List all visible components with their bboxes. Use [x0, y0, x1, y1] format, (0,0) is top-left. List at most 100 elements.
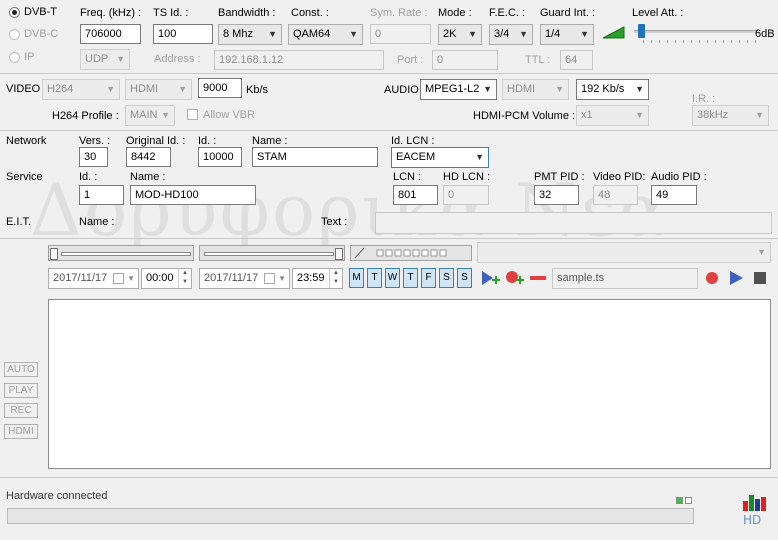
start-date-picker[interactable]: 2017/11/17 ▼: [48, 268, 139, 289]
day-button-thursday[interactable]: T: [403, 268, 418, 288]
slider-track: [61, 252, 191, 256]
chevron-down-icon: ▼: [106, 84, 115, 94]
id-lcn-label: Id. LCN :: [391, 135, 435, 147]
day-button-tuesday[interactable]: T: [367, 268, 382, 288]
const-select[interactable]: QAM64 ▼: [288, 24, 363, 45]
video-codec-select[interactable]: H264 ▼: [42, 79, 120, 100]
network-vers-input[interactable]: 30: [79, 147, 108, 167]
eit-name-label: Name :: [79, 216, 115, 228]
play-button[interactable]: PLAY: [4, 383, 38, 398]
audio-input-select[interactable]: HDMI ▼: [502, 79, 569, 100]
service-name-input[interactable]: MOD-HD100: [130, 185, 256, 205]
address-label: Address :: [154, 53, 201, 65]
port-input[interactable]: 0: [432, 50, 498, 70]
date-checkbox-icon[interactable]: [113, 273, 124, 284]
remove-icon[interactable]: [527, 268, 549, 288]
bandwidth-value: 8 Mhz: [223, 28, 253, 40]
network-name-input[interactable]: STAM: [252, 147, 378, 167]
audio-codec-select[interactable]: MPEG1-L2 ▼: [420, 79, 497, 100]
ttl-label: TTL :: [525, 54, 551, 66]
add-play-icon[interactable]: [479, 268, 501, 288]
slider-thumb[interactable]: [335, 248, 343, 260]
fec-label: F.E.C. :: [489, 7, 526, 19]
audio-pid-input[interactable]: 49: [651, 185, 697, 205]
hdmi-button[interactable]: HDMI: [4, 424, 38, 439]
slider-track: [204, 252, 334, 256]
address-input[interactable]: 192.168.1.12: [214, 50, 384, 70]
day-button-wednesday[interactable]: W: [385, 268, 400, 288]
id-lcn-select[interactable]: EACEM ▼: [391, 147, 489, 168]
filename-input[interactable]: sample.ts: [552, 268, 698, 289]
guard-select[interactable]: 1/4 ▼: [540, 24, 594, 45]
level-slider-track[interactable]: [634, 30, 758, 33]
freq-input[interactable]: 706000: [80, 24, 141, 44]
day-button-sunday[interactable]: S: [457, 268, 472, 288]
freq-label: Freq. (kHz) :: [80, 7, 142, 19]
video-pid-input[interactable]: 48: [593, 185, 638, 205]
hardware-led-icon: [676, 497, 683, 504]
day-button-saturday[interactable]: S: [439, 268, 454, 288]
chevron-down-icon: ▼: [268, 29, 277, 39]
day-button-monday[interactable]: M: [349, 268, 364, 288]
protocol-value: UDP: [85, 53, 109, 65]
network-id-input[interactable]: 10000: [198, 147, 242, 167]
tsid-input[interactable]: 100: [153, 24, 213, 44]
video-pid-label: Video PID:: [593, 171, 646, 183]
original-id-input[interactable]: 8442: [126, 147, 171, 167]
divider: [0, 73, 778, 74]
hdmi-pcm-select[interactable]: x1 ▼: [576, 105, 649, 126]
divider: [0, 130, 778, 131]
record-icon[interactable]: [703, 269, 721, 287]
date-checkbox-icon[interactable]: [264, 273, 275, 284]
video-bitrate-input[interactable]: 9000: [198, 78, 242, 98]
video-input-select[interactable]: HDMI ▼: [125, 79, 192, 100]
ip-radio[interactable]: [9, 52, 20, 63]
lcn-input[interactable]: 801: [393, 185, 438, 205]
spinner-arrows-icon[interactable]: ▲ ▼: [329, 269, 342, 288]
start-time-spinner[interactable]: 00:00 ▲ ▼: [141, 268, 192, 289]
mode-label: Mode :: [438, 7, 472, 19]
ttl-input[interactable]: 64: [560, 50, 593, 70]
auto-button[interactable]: AUTO: [4, 362, 38, 377]
protocol-select[interactable]: UDP ▼: [80, 49, 130, 70]
schedule-list[interactable]: [48, 299, 771, 469]
end-position-slider[interactable]: [199, 245, 345, 261]
start-position-slider[interactable]: [48, 245, 194, 261]
allow-vbr-checkbox[interactable]: [187, 109, 198, 120]
day-button-friday[interactable]: F: [421, 268, 436, 288]
dvbc-radio[interactable]: [9, 29, 20, 40]
bandwidth-select[interactable]: 8 Mhz ▼: [218, 24, 282, 45]
symrate-input[interactable]: 0: [370, 24, 431, 44]
play-icon[interactable]: [727, 269, 745, 287]
ir-value: 38kHz: [697, 109, 729, 121]
chevron-down-icon: ▼: [161, 110, 170, 120]
eit-text-input[interactable]: [375, 212, 772, 234]
audio-bitrate-select[interactable]: 192 Kb/s ▼: [576, 79, 649, 100]
status-text: Hardware connected: [6, 490, 108, 502]
level-slider-thumb[interactable]: [638, 24, 645, 38]
audio-pid-label: Audio PID :: [651, 171, 707, 183]
mode-value: 2K: [443, 28, 457, 40]
dvbt-radio[interactable]: [9, 7, 20, 18]
ir-select[interactable]: 38kHz ▼: [692, 105, 769, 126]
slider-thumb[interactable]: [50, 248, 58, 260]
fec-select[interactable]: 3/4 ▼: [489, 24, 533, 45]
hd-lcn-input[interactable]: 0: [443, 185, 489, 205]
chevron-down-icon: ▼: [483, 84, 492, 94]
h264-profile-select[interactable]: MAIN ▼: [125, 105, 175, 126]
stop-icon[interactable]: [751, 269, 769, 287]
end-date-picker[interactable]: 2017/11/17 ▼: [199, 268, 290, 289]
playlist-select[interactable]: ▼: [477, 242, 771, 263]
chevron-down-icon: ▼: [178, 84, 187, 94]
ip-label: IP: [24, 51, 35, 63]
pmt-pid-input[interactable]: 32: [534, 185, 579, 205]
end-time-spinner[interactable]: 23:59 ▲ ▼: [292, 268, 343, 289]
service-id-input[interactable]: 1: [79, 185, 124, 205]
mode-select[interactable]: 2K ▼: [438, 24, 482, 45]
spinner-arrows-icon[interactable]: ▲ ▼: [178, 269, 191, 288]
hdmi-pcm-value: x1: [581, 109, 593, 121]
lcn-label: LCN :: [393, 171, 422, 183]
rec-button[interactable]: REC: [4, 403, 38, 418]
add-record-icon[interactable]: [503, 268, 525, 288]
buffer-level-indicator: [350, 245, 472, 261]
